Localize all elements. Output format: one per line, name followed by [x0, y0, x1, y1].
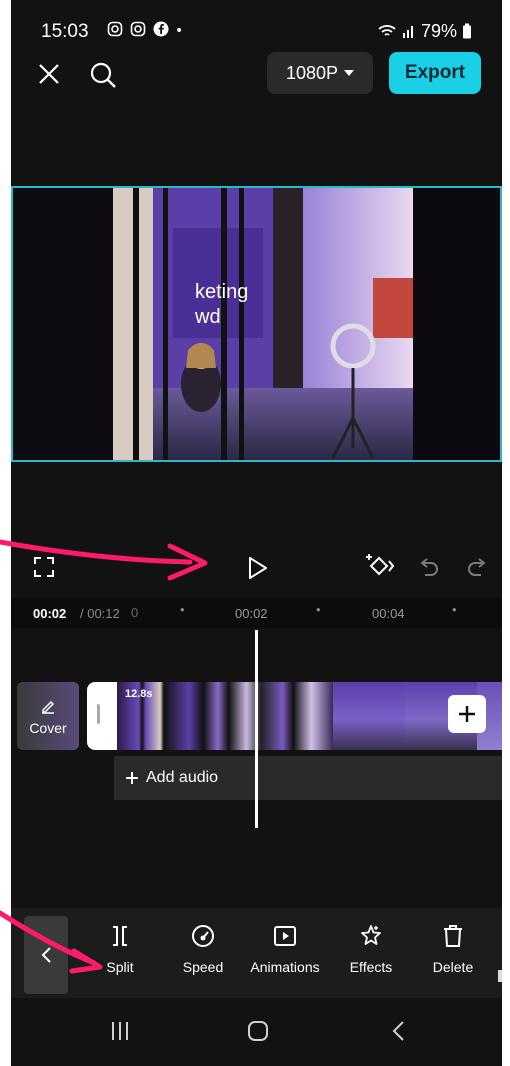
home-button[interactable]: [247, 1020, 269, 1047]
ruler-dot: •: [180, 602, 185, 617]
annotation-arrow-play: [0, 539, 208, 581]
current-time: 00:02: [33, 606, 67, 621]
instagram-icon: [130, 21, 146, 37]
add-audio-label: Add audio: [146, 769, 219, 786]
battery-icon: [463, 23, 471, 39]
notification-icons: •: [107, 21, 185, 39]
video-frame: keting wd: [13, 188, 500, 460]
clip-duration: 12.8s: [125, 688, 153, 700]
split-icon: [113, 926, 127, 946]
cover-button[interactable]: Cover: [17, 682, 79, 750]
tool-label: Speed: [182, 959, 224, 975]
signal-icon: [402, 26, 413, 38]
time-ruler[interactable]: 00:02 / 00:12 0 • 00:02 • 00:04 •: [11, 598, 502, 628]
keyframe-icon: [366, 554, 395, 576]
tool-speed[interactable]: Speed: [158, 924, 248, 975]
plus-icon: [459, 706, 475, 722]
wifi-icon: [378, 25, 396, 36]
export-button[interactable]: Export: [389, 52, 481, 94]
plus-icon: [126, 772, 138, 784]
home-icon: [248, 1021, 268, 1041]
delete-icon: [444, 925, 462, 947]
ruler-dot: •: [316, 602, 321, 617]
trim-handle-left[interactable]: [97, 704, 100, 724]
speed-icon: [192, 925, 214, 947]
undo-button[interactable]: [419, 556, 439, 583]
tool-label: Delete: [432, 959, 474, 975]
play-button[interactable]: [247, 556, 269, 585]
search-button[interactable]: [89, 61, 117, 94]
recent-apps-button[interactable]: [109, 1020, 131, 1047]
cover-label: Cover: [29, 720, 67, 736]
add-audio-button[interactable]: Add audio: [114, 756, 502, 800]
tool-effects[interactable]: Effects: [326, 924, 416, 975]
video-preview[interactable]: keting wd: [11, 186, 502, 462]
resolution-label: 1080P: [285, 62, 339, 83]
status-right-group: 79%: [377, 21, 472, 42]
keyframe-button[interactable]: [365, 552, 395, 585]
undo-icon: [420, 558, 438, 576]
battery-level: 79%: [420, 21, 457, 41]
tool-label: Animations: [250, 959, 320, 975]
search-icon: [90, 62, 116, 88]
tool-delete[interactable]: Delete: [408, 924, 498, 975]
ruler-tick: 00:04: [372, 606, 405, 621]
ruler-tick: 00:02: [235, 606, 268, 621]
edit-icon: [42, 700, 55, 714]
back-button[interactable]: [391, 1020, 405, 1047]
status-bar: 15:03 • 79%: [11, 0, 502, 52]
animations-icon: [274, 926, 296, 946]
redo-icon: [468, 558, 486, 576]
tool-overflow-hint: [498, 970, 502, 982]
system-nav-bar: [11, 998, 502, 1066]
add-clip-button[interactable]: [448, 695, 486, 733]
recent-apps-icon: [112, 1022, 128, 1040]
ruler-partial-tick: 0: [131, 605, 139, 620]
status-time: 15:03: [41, 21, 89, 42]
ruler-dot: •: [452, 602, 457, 617]
play-icon: [249, 557, 267, 579]
close-icon: [39, 64, 59, 84]
facebook-icon: [153, 21, 169, 37]
status-dot: •: [176, 22, 185, 39]
effects-icon: [361, 925, 381, 945]
annotation-arrow-split: [0, 910, 103, 974]
caret-down-icon: [344, 70, 355, 76]
resolution-dropdown[interactable]: 1080P: [267, 52, 373, 94]
back-icon: [392, 1021, 404, 1041]
video-clip-track[interactable]: 12.8s: [87, 682, 502, 750]
close-button[interactable]: [37, 62, 61, 91]
playhead[interactable]: [255, 630, 258, 828]
tool-label: Effects: [349, 959, 393, 975]
clip-thumbnails: 12.8s: [117, 682, 502, 750]
wall-sign-text-2: wd: [194, 306, 221, 328]
redo-button[interactable]: [467, 556, 487, 583]
total-time: / 00:12: [80, 606, 120, 621]
tool-animations[interactable]: Animations: [240, 924, 330, 975]
wall-sign-text-1: keting: [195, 281, 248, 303]
instagram-icon: [107, 21, 123, 37]
